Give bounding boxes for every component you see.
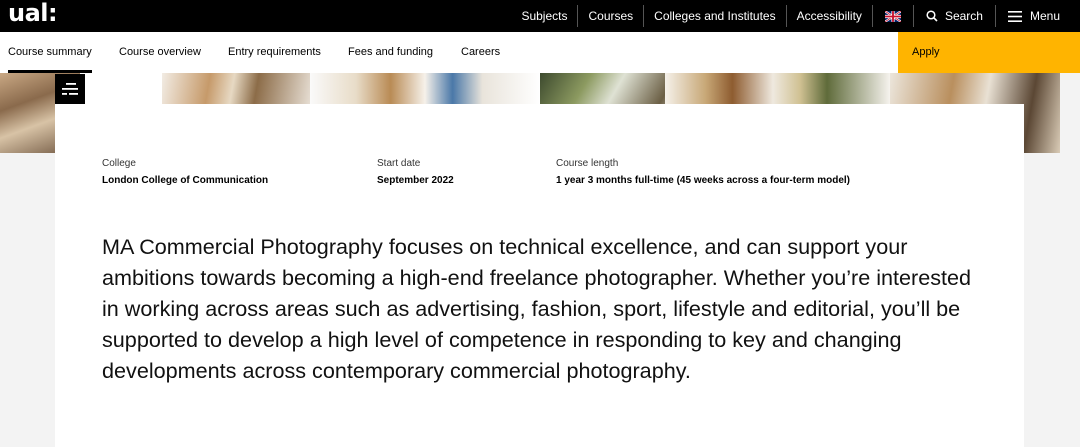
nav-link-accessibility[interactable]: Accessibility (787, 0, 872, 32)
uk-flag-icon[interactable] (884, 10, 901, 22)
hamburger-icon (1007, 10, 1022, 22)
tab-fees-and-funding[interactable]: Fees and funding (348, 32, 433, 73)
course-tabs: Course summary Course overview Entry req… (0, 32, 1080, 73)
list-icon (62, 83, 78, 95)
menu-button[interactable]: Menu (996, 0, 1080, 32)
search-icon (926, 10, 938, 22)
nav-divider (871, 5, 873, 27)
tab-course-summary[interactable]: Course summary (8, 32, 92, 73)
apply-button[interactable]: Apply (898, 32, 1080, 73)
course-length-value: 1 year 3 months full-time (45 weeks acro… (556, 175, 850, 186)
global-header: ual: Subjects Courses Colleges and Insti… (0, 0, 1080, 32)
course-length-info: Course length 1 year 3 months full-time … (556, 157, 850, 188)
start-date-value: September 2022 (377, 175, 454, 186)
course-summary-card: College London College of Communication … (55, 104, 1024, 447)
menu-label: Menu (1029, 9, 1060, 23)
table-of-contents-button[interactable] (55, 74, 85, 104)
tab-course-overview[interactable]: Course overview (119, 32, 201, 73)
tab-entry-requirements[interactable]: Entry requirements (228, 32, 321, 73)
start-date-info: Start date September 2022 (377, 157, 454, 188)
nav-link-subjects[interactable]: Subjects (511, 0, 577, 32)
global-nav: Subjects Courses Colleges and Institutes… (511, 0, 1080, 32)
course-intro: MA Commercial Photography focuses on tec… (102, 234, 972, 383)
start-date-label: Start date (377, 158, 421, 169)
search-label: Search (944, 9, 983, 23)
nav-link-courses[interactable]: Courses (578, 0, 643, 32)
college-label: College (102, 158, 136, 169)
nav-link-colleges[interactable]: Colleges and Institutes (644, 0, 785, 32)
tab-careers[interactable]: Careers (461, 32, 500, 73)
ual-logo[interactable]: ual: (8, 0, 58, 28)
course-length-label: Course length (556, 158, 619, 169)
college-value[interactable]: London College of Communication (102, 174, 268, 188)
college-info: College London College of Communication (102, 157, 268, 188)
tab-label: Course summary (8, 46, 92, 58)
search-button[interactable]: Search (914, 0, 995, 32)
